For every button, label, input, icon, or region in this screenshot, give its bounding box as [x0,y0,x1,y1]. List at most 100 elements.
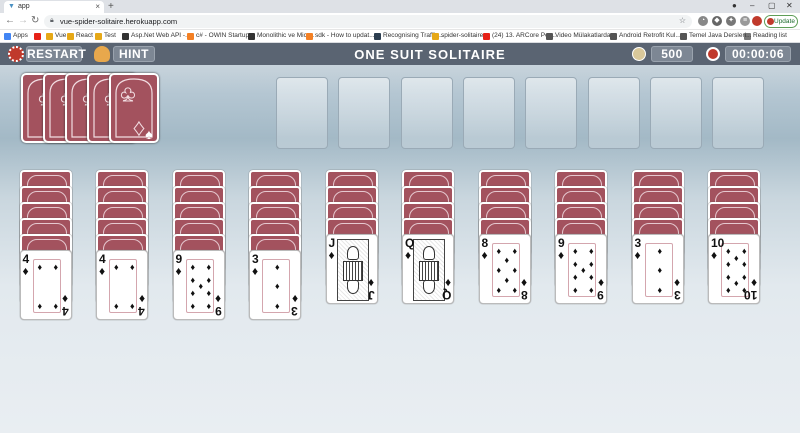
diamond-pip-icon: ♦ [734,278,739,288]
bookmark-item[interactable]: Apps [4,32,28,40]
card-pips: ♦ ♦ ♦ ♦ [32,259,61,313]
bookmark-item[interactable]: Vue [46,32,67,40]
svg-text:♦: ♦ [133,115,144,140]
forward-icon[interactable]: → [18,15,28,26]
diamond-pip-icon: ♦ [190,262,196,272]
card-rank: 4 [61,304,69,318]
diamond-pip-icon: ♦ [114,262,119,272]
bookmark-label: Test [104,32,116,39]
bookmark-item[interactable]: Test [95,32,116,40]
bookmark-item[interactable]: sdk - How to updat... [306,32,375,40]
card-pips: ♦ ♦ ♦ [644,243,673,297]
new-tab-button[interactable]: + [108,1,114,12]
diamond-icon: ♦ [634,248,641,262]
tab-title: app [18,3,30,10]
face-up-card[interactable]: ♦ ♦ ♦ ♦ 4 ♦ 4 ♦ [96,250,148,320]
diamond-icon: ♦ [175,264,182,278]
face-up-card[interactable]: J ♦ J ♦ [325,234,378,304]
close-window-button[interactable]: ✕ [786,1,793,10]
bookmark-item[interactable]: c# - OWIN Startup... [187,32,255,40]
game-table: ♣♣♣♣♣♦♠ ♦♦♦♦4♦4♦♦♦♦♦4♦4♦♦♦♦♦♦♦♦♦♦9♦9♦♦♦♦… [0,65,800,433]
bookmark-icon [680,33,687,40]
face-up-card[interactable]: ♦ ♦ ♦ 3 ♦ 3 ♦ [249,250,301,320]
bookmark-item[interactable]: Monolithic ve Micr... [248,32,314,40]
settings-gear-icon[interactable] [8,46,24,62]
bookmark-icon [122,33,129,40]
update-button[interactable]: Update [764,15,798,28]
address-bar[interactable]: 🔒︎ vue-spider-solitaire.herokuapp.com ☆ [44,15,692,28]
avatar[interactable] [752,16,762,26]
tab-close-icon[interactable]: × [95,2,100,11]
bookmark-label: sdk - How to updat... [315,32,375,39]
score-icon [632,47,646,61]
browser-toolbar: ← → ↻ 🔒︎ vue-spider-solitaire.herokuapp.… [0,13,800,30]
bookmark-item[interactable]: Asp.Net Web API -... [122,32,191,40]
court-figure-icon [336,239,369,301]
bookmark-label: c# - OWIN Startup... [196,32,255,39]
lightbulb-icon [94,46,110,62]
extensions-puzzle-icon[interactable]: ✦ [726,16,736,26]
browser-tab[interactable]: ▼ app × [4,1,104,13]
foundation-slot [338,77,391,149]
face-up-card[interactable]: ♦ ♦ ♦ ♦ ♦ ♦ ♦ ♦ ♦ 9 ♦ 9 ♦ [555,234,607,304]
diamond-pip-icon: ♦ [573,246,578,256]
diamond-pip-icon: ♦ [657,246,663,256]
media-icon[interactable]: ≡ [740,16,750,26]
diamond-pip-icon: ♦ [742,272,747,282]
bookmark-icon [187,33,194,40]
card-rank: 3 [673,288,681,302]
card-pips: ♦ ♦ ♦ [262,259,290,313]
svg-text:♠: ♠ [145,126,153,141]
foundation-slot [649,77,702,149]
timer-clock-icon [706,47,720,61]
extension-icon[interactable]: ◔ [698,16,708,26]
bookmark-item[interactable]: Android Retrofit Kul... [610,32,681,40]
diamond-pip-icon: ♦ [206,275,212,285]
diamond-pip-icon: ♦ [512,246,518,256]
reload-icon[interactable]: ↻ [31,15,39,26]
diamond-pip-icon: ♦ [726,246,731,256]
back-icon[interactable]: ← [5,15,15,26]
diamond-pip-icon: ♦ [496,265,502,275]
bookmark-item[interactable]: Video Mülakatlarda... [546,32,616,40]
card-rank: 8 [520,288,528,302]
bookmark-item[interactable]: React [67,32,93,40]
extension-icon[interactable]: ◆ [712,16,722,26]
hint-button[interactable]: HINT [113,46,155,62]
bookmark-star-icon[interactable]: ☆ [679,16,686,25]
diamond-icon: ♦ [62,292,69,306]
diamond-icon: ♦ [22,264,29,278]
vue-favicon-icon: ▼ [8,3,15,10]
bookmark-icon [306,33,313,40]
game-title: ONE SUIT SOLITAIRE [354,47,506,62]
bookmark-item[interactable]: Temel Java Dersleri... [680,32,752,40]
diamond-icon: ♦ [521,276,528,290]
diamond-icon: ♦ [328,248,335,262]
bookmark-item[interactable]: spider-solitaire [432,32,483,40]
bookmark-label: Vue [55,32,67,39]
court-figure-icon [413,239,445,301]
diamond-pip-icon: ♦ [206,301,212,311]
profile-icon[interactable]: ● [732,1,737,10]
face-up-card[interactable]: ♦ ♦ ♦ ♦ 4 ♦ 4 ♦ [19,250,72,320]
diamond-pip-icon: ♦ [504,255,510,265]
diamond-pip-icon: ♦ [130,301,135,311]
face-up-card[interactable]: ♦ ♦ ♦ ♦ ♦ ♦ ♦ ♦ 8 ♦ 8 ♦ [478,234,531,304]
maximize-button[interactable]: ▢ [768,1,776,10]
diamond-icon: ♦ [252,264,259,278]
bookmark-item[interactable]: (24) 13. ARCore Por... [483,32,556,40]
stock-card[interactable]: ♣ ♦ ♠ [109,73,159,143]
face-up-card[interactable]: Q ♦ Q ♦ [402,234,454,304]
diamond-pip-icon: ♦ [275,301,280,311]
face-up-card[interactable]: ♦ ♦ ♦ ♦ ♦ ♦ ♦ ♦ ♦ ♦ 10 ♦ 10 ♦ [708,234,760,304]
card-rank: 10 [743,288,757,302]
diamond-icon: ♦ [558,248,565,262]
bookmark-label: Video Mülakatlarda... [555,32,616,39]
minimize-button[interactable]: – [750,1,754,10]
face-up-card[interactable]: ♦ ♦ ♦ 3 ♦ 3 ♦ [631,234,684,304]
face-up-card[interactable]: ♦ ♦ ♦ ♦ ♦ ♦ ♦ ♦ ♦ 9 ♦ 9 ♦ [172,250,225,320]
restart-button[interactable]: RESTART [26,46,86,62]
diamond-icon: ♦ [291,292,298,306]
update-avatar-icon [767,18,774,25]
diamond-pip-icon: ♦ [573,285,578,295]
